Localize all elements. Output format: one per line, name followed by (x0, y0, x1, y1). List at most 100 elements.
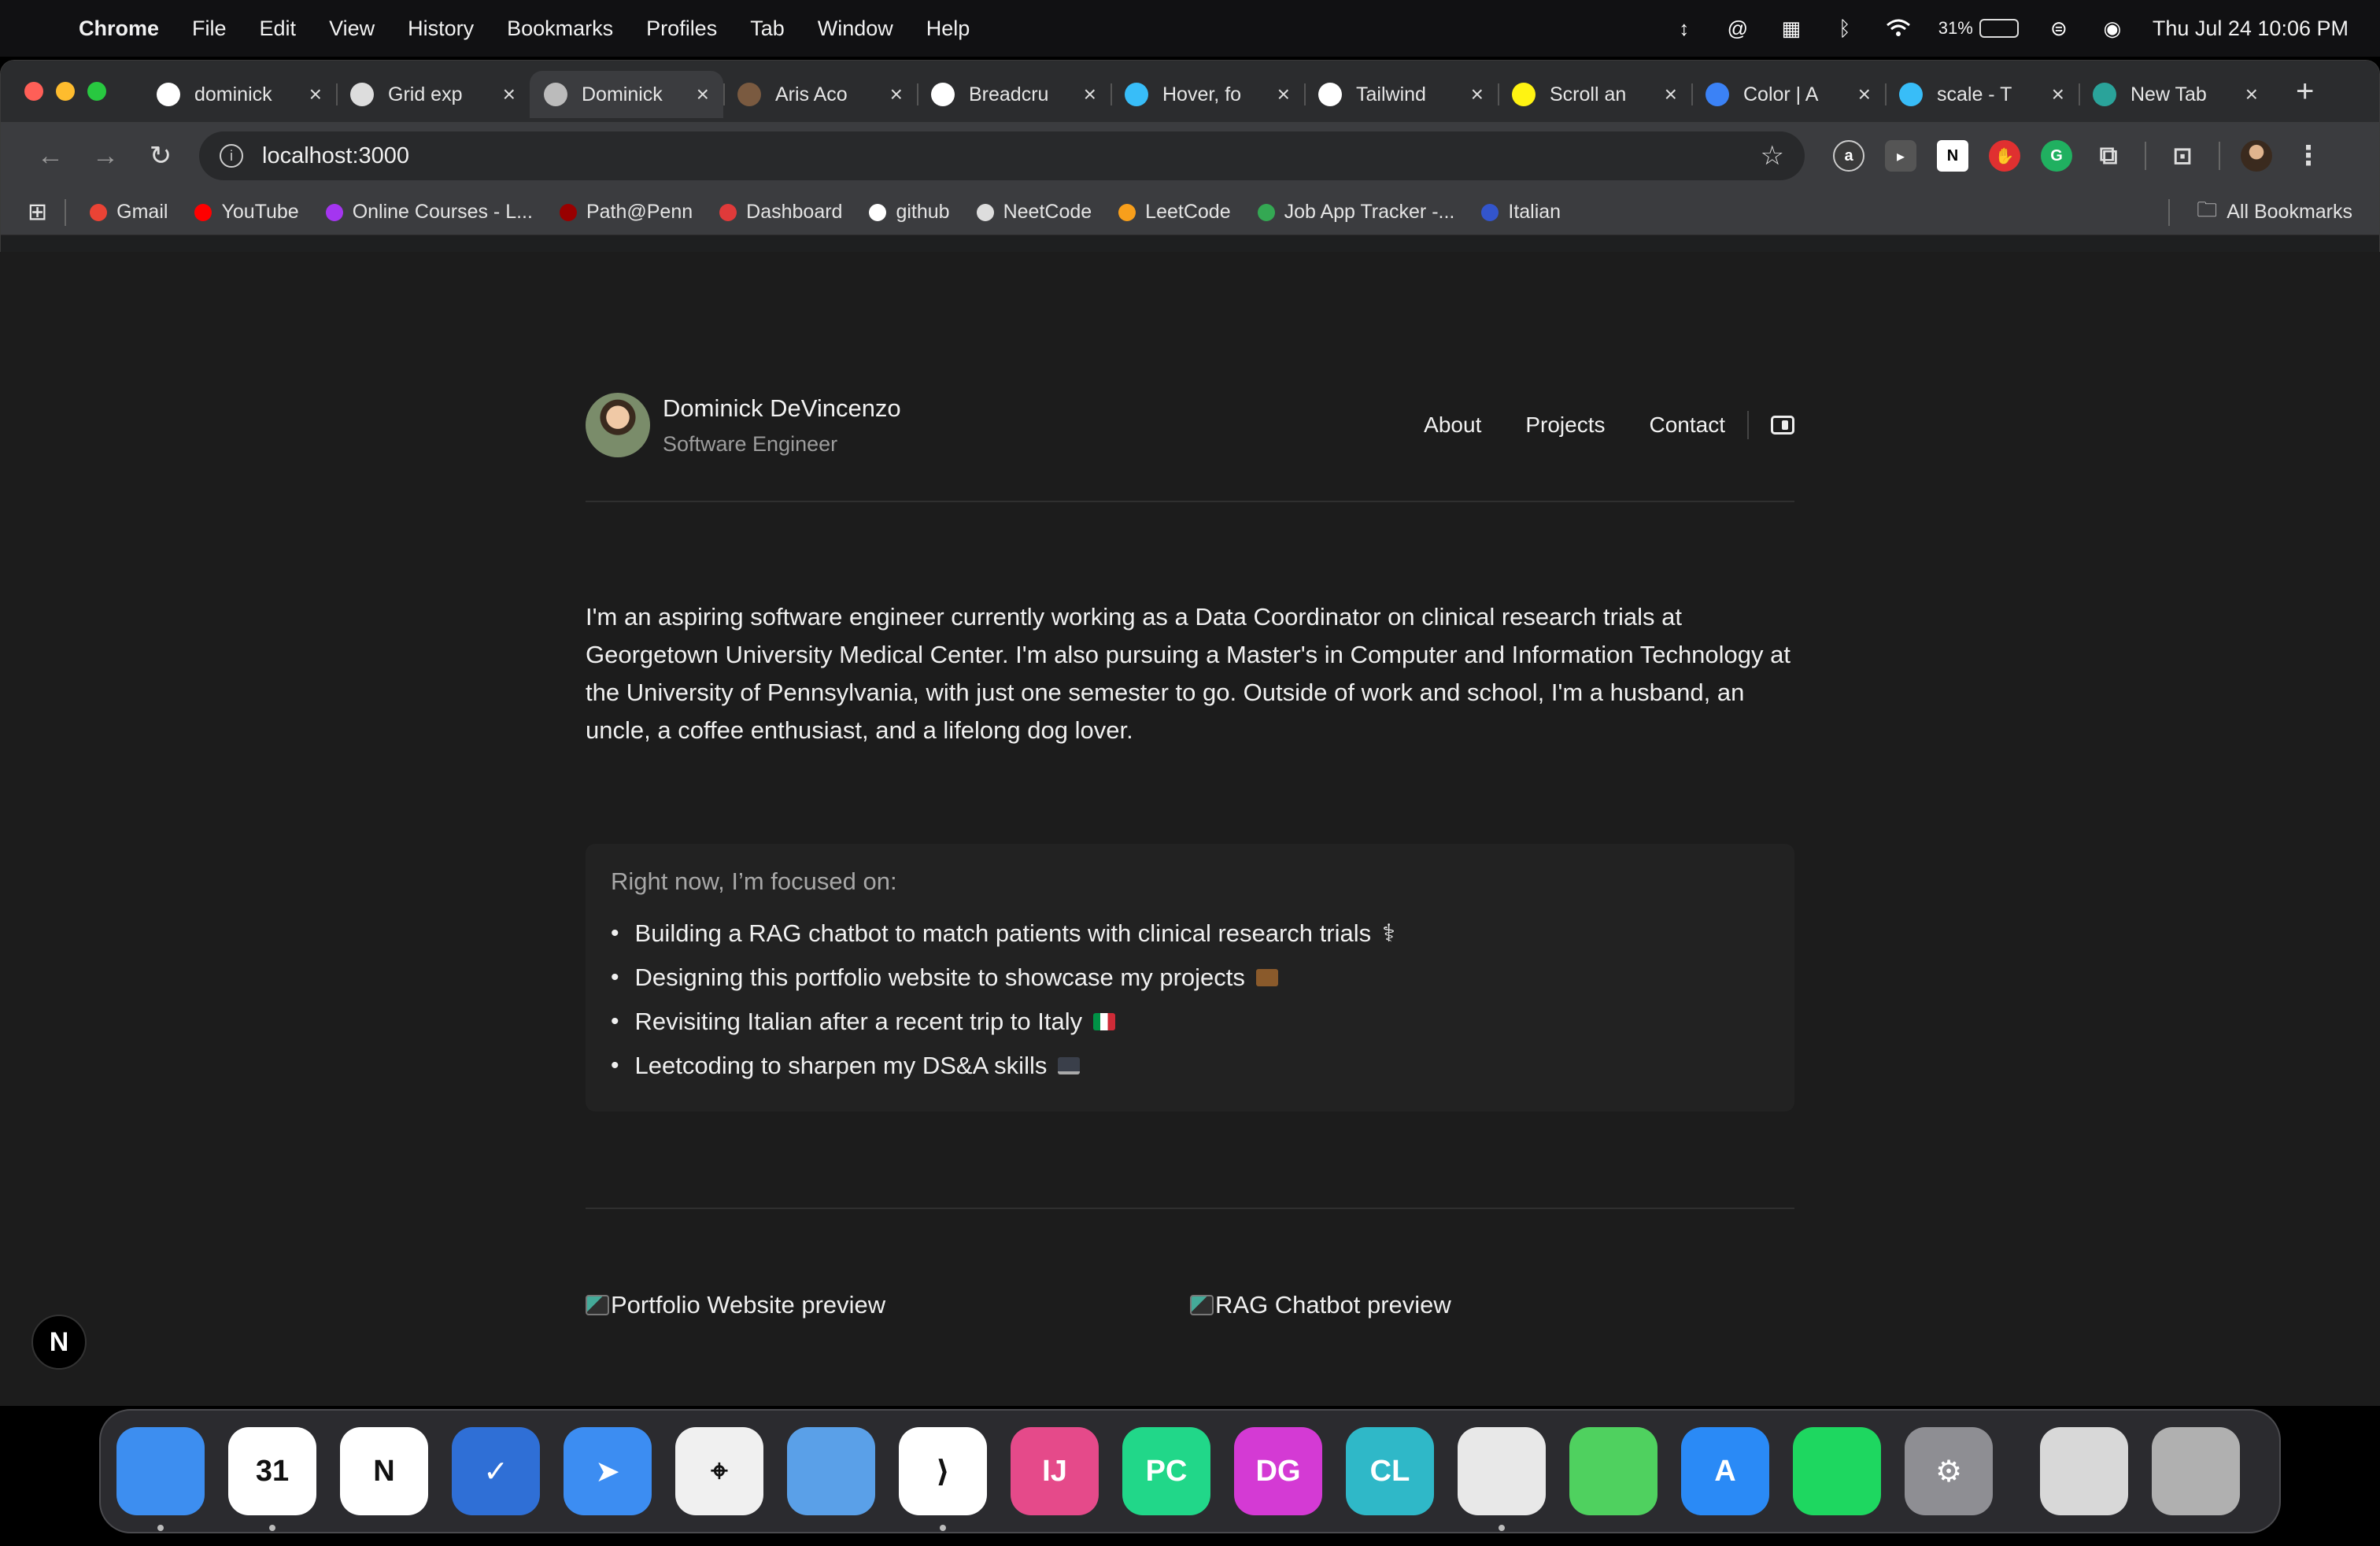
menu-edit[interactable]: Edit (260, 17, 297, 41)
hand-extension-icon[interactable]: ✋ (1989, 140, 2020, 172)
intellij-icon[interactable]: IJ (1011, 1427, 1099, 1515)
forward-button[interactable]: → (78, 141, 133, 172)
finder-icon[interactable] (116, 1427, 205, 1531)
safari-icon[interactable]: ⌖ (675, 1427, 763, 1515)
vscode-icon[interactable]: ⟩ (899, 1427, 987, 1531)
profile-avatar-icon[interactable] (2241, 140, 2272, 172)
extension-a-icon[interactable]: a (1833, 140, 1864, 172)
portfolio-preview-image[interactable]: Portfolio Website preview (586, 1291, 1190, 1319)
swift-icon[interactable] (787, 1427, 875, 1515)
bookmark-3[interactable]: Path@Penn (559, 201, 693, 224)
bluetooth-icon[interactable]: ᛒ (1831, 17, 1858, 40)
all-bookmarks-button[interactable]: 🗀 All Bookmarks (2168, 195, 2352, 230)
close-tab-icon[interactable]: × (1858, 82, 1871, 107)
extension-video-icon[interactable]: ▸ (1885, 140, 1916, 172)
app-store-icon[interactable]: A (1681, 1427, 1769, 1515)
nextjs-dev-badge[interactable]: N (31, 1315, 87, 1370)
theme-toggle-icon[interactable] (1771, 416, 1794, 435)
bookmark-5[interactable]: github (869, 201, 950, 224)
back-button[interactable]: ← (23, 141, 78, 172)
bookmark-star-icon[interactable]: ☆ (1761, 140, 1784, 172)
menu-file[interactable]: File (192, 17, 227, 41)
close-tab-icon[interactable]: × (697, 82, 709, 107)
nav-about-link[interactable]: About (1424, 412, 1481, 438)
tab-1[interactable]: Grid exp × (336, 71, 530, 118)
trash-icon[interactable] (2152, 1427, 2240, 1515)
menu-view[interactable]: View (329, 17, 375, 41)
tab-9[interactable]: scale - T × (1885, 71, 2079, 118)
chrome-menu-icon[interactable]: ⋮ (2293, 140, 2324, 172)
new-tab-button[interactable]: + (2296, 74, 2314, 109)
nav-projects-link[interactable]: Projects (1525, 412, 1605, 438)
minimize-window-button[interactable] (56, 82, 75, 101)
menubar-clock[interactable]: Thu Jul 24 10:06 PM (2153, 17, 2349, 41)
at-sign-icon[interactable]: @ (1724, 17, 1751, 40)
datagrip-icon[interactable]: DG (1234, 1427, 1322, 1515)
tab-5[interactable]: Hover, fo × (1111, 71, 1304, 118)
tab-7[interactable]: Scroll an × (1498, 71, 1691, 118)
bookmark-8[interactable]: Job App Tracker -... (1257, 201, 1454, 224)
calendar-icon[interactable]: 31 (228, 1427, 316, 1531)
tab-0[interactable]: dominick × (142, 71, 336, 118)
tasks-icon[interactable]: ✓ (452, 1427, 540, 1515)
tab-10[interactable]: New Tab × (2079, 71, 2272, 118)
tab-8[interactable]: Color | A × (1691, 71, 1885, 118)
menu-profiles[interactable]: Profiles (646, 17, 717, 41)
notion-icon[interactable]: N (340, 1427, 428, 1515)
tab-4[interactable]: Breadcru × (917, 71, 1111, 118)
close-tab-icon[interactable]: × (890, 82, 903, 107)
menu-history[interactable]: History (408, 17, 474, 41)
bookmark-1[interactable]: YouTube (194, 201, 299, 224)
address-bar[interactable]: i localhost:3000 ☆ (199, 131, 1805, 180)
close-tab-icon[interactable]: × (1665, 82, 1677, 107)
zoom-window-button[interactable] (87, 82, 106, 101)
menu-window[interactable]: Window (818, 17, 893, 41)
tab-6[interactable]: Tailwind × (1304, 71, 1498, 118)
close-tab-icon[interactable]: × (2245, 82, 2258, 107)
pycharm-icon[interactable]: PC (1122, 1427, 1210, 1515)
send-icon[interactable]: ➤ (564, 1427, 652, 1515)
tab-2[interactable]: Dominick × (530, 71, 723, 118)
extensions-puzzle-icon[interactable]: ⧉ (2093, 140, 2124, 172)
control-center-icon[interactable]: ⊜ (2046, 17, 2072, 40)
menu-tab[interactable]: Tab (750, 17, 785, 41)
notion-extension-icon[interactable]: N (1937, 140, 1968, 172)
bookmark-9[interactable]: Italian (1481, 201, 1561, 224)
spotify-icon[interactable] (1793, 1427, 1881, 1515)
layout-grid-icon[interactable]: ▦ (1778, 17, 1805, 40)
rocket-icon (976, 203, 994, 221)
site-info-icon[interactable]: i (220, 144, 243, 168)
bookmark-2[interactable]: Online Courses - L... (325, 201, 533, 224)
chrome-icon[interactable] (1458, 1427, 1546, 1531)
bookmark-4[interactable]: Dashboard (719, 201, 842, 224)
close-tab-icon[interactable]: × (2052, 82, 2064, 107)
menu-bookmarks[interactable]: Bookmarks (507, 17, 613, 41)
close-tab-icon[interactable]: × (1277, 82, 1290, 107)
battery-indicator[interactable]: 31% (1938, 18, 2019, 39)
menu-app-name[interactable]: Chrome (79, 17, 159, 41)
reload-button[interactable]: ↻ (133, 140, 188, 172)
rag-chatbot-preview-image[interactable]: RAG Chatbot preview (1190, 1291, 1794, 1319)
messages-icon[interactable] (1569, 1427, 1658, 1515)
close-tab-icon[interactable]: × (1084, 82, 1096, 107)
clion-icon[interactable]: CL (1346, 1427, 1434, 1515)
close-tab-icon[interactable]: × (1471, 82, 1484, 107)
tab-3[interactable]: Aris Aco × (723, 71, 917, 118)
close-tab-icon[interactable]: × (309, 82, 322, 107)
scroll-arrows-icon[interactable]: ↕ (1671, 17, 1698, 40)
menu-help[interactable]: Help (926, 17, 970, 41)
bookmark-7[interactable]: LeetCode (1118, 201, 1231, 224)
wifi-icon[interactable] (1885, 17, 1912, 40)
downloads-stack-icon[interactable] (2040, 1427, 2128, 1515)
system-settings-icon[interactable]: ⚙ (1905, 1427, 1993, 1515)
siri-icon[interactable]: ◉ (2099, 17, 2126, 40)
apps-grid-icon[interactable]: ⊞ (28, 198, 47, 226)
bookmark-0[interactable]: Gmail (90, 201, 168, 224)
tab-search-icon[interactable]: ⊡ (2167, 140, 2198, 172)
grammar-extension-icon[interactable]: G (2041, 140, 2072, 172)
close-window-button[interactable] (24, 82, 43, 101)
focus-item-text: Designing this portfolio website to show… (634, 963, 1245, 991)
bookmark-6[interactable]: NeetCode (976, 201, 1092, 224)
close-tab-icon[interactable]: × (503, 82, 516, 107)
nav-contact-link[interactable]: Contact (1650, 412, 1726, 438)
